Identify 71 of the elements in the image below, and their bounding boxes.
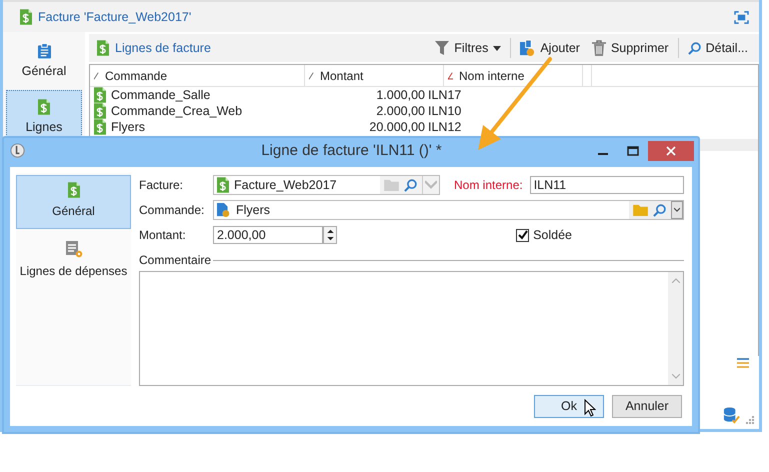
cursor-icon [584,399,596,417]
window-title: Facture 'Facture_Web2017' [38,10,192,24]
menu-icon[interactable] [737,358,749,368]
invoice-icon [38,99,50,115]
toolbar-button[interactable]: Ajouter [517,40,583,56]
search-icon[interactable] [404,178,417,192]
field-label: Montant: [139,228,187,242]
close-icon [666,146,676,156]
comment-field[interactable] [139,271,684,386]
resize-grip-icon[interactable] [746,416,754,424]
close-button[interactable] [648,140,694,160]
list-gear-icon [64,240,82,258]
sidebar-item[interactable]: Général [6,38,82,86]
table-cell: Commande_Crea_Web [111,104,242,118]
invoice-icon [20,9,32,25]
field-label: Nom interne: [454,178,523,192]
dialog-button[interactable]: Annuler [612,394,682,418]
trash-icon [592,40,606,56]
database-icon[interactable] [723,407,740,424]
nav-item[interactable]: Lignes de dépenses [16,233,131,283]
column-header[interactable]: Montant [305,65,444,86]
toolbar-button[interactable]: Détail... [684,41,751,55]
table-cell: ILN17 [428,88,462,102]
toolbar-button[interactable]: Filtres [432,41,504,55]
dropdown-icon[interactable] [671,201,683,219]
maximize-icon[interactable] [734,10,749,24]
dialog-title: Ligne de facture 'ILN11 ()' * [260,142,443,159]
field-label: Facture: [139,178,184,192]
invoice-icon [68,182,80,198]
scroll-down-icon[interactable] [672,374,680,379]
group-label: Commentaire [139,253,212,267]
section-title: Lignes de facture [115,41,211,55]
clipboard-icon [38,43,50,59]
table-cell: ILN10 [428,104,462,118]
table-cell: Flyers [111,120,146,134]
amount-field[interactable]: 2.000,00 [213,226,323,244]
maximize-icon [627,146,639,156]
toolbar-button[interactable]: Supprimer [588,40,672,56]
search-icon [688,42,701,54]
column-header[interactable]: Commande [90,65,305,86]
invoice-field[interactable]: Facture_Web2017 [213,175,440,195]
checkbox-box[interactable] [516,228,530,242]
order-field[interactable]: Flyers [213,200,684,220]
column-header[interactable]: Nom interne [444,65,583,86]
invoice-icon [94,119,106,135]
filter-icon [435,41,450,55]
invoice-icon [94,103,106,119]
nav-item[interactable]: Général [16,175,131,229]
add-document-icon [520,40,536,56]
minimize-icon [598,152,608,154]
invoice-icon [97,40,109,56]
scrollbar[interactable] [668,272,683,385]
table-cell: 20.000,00 [369,120,425,134]
caret-icon [493,46,502,50]
table-cell: Commande_Salle [111,88,210,102]
dialog-button[interactable]: Ok [534,394,604,418]
input-field[interactable]: ILN11 [530,176,684,194]
spin-button[interactable] [323,226,337,244]
order-icon [217,202,231,218]
table-cell: 1.000,00 [376,88,425,102]
down-arrow-icon[interactable] [326,237,334,241]
app-icon [10,143,25,158]
invoice-icon [94,87,106,103]
invoice-icon [217,177,229,193]
up-arrow-icon[interactable] [326,229,334,233]
table-cell: ILN12 [428,120,462,134]
field-label: Commande: [139,203,206,217]
table-cell: 2.000,00 [376,104,425,118]
scroll-up-icon[interactable] [672,278,680,283]
checkbox[interactable]: Soldée [516,228,572,242]
search-icon[interactable] [653,204,666,216]
